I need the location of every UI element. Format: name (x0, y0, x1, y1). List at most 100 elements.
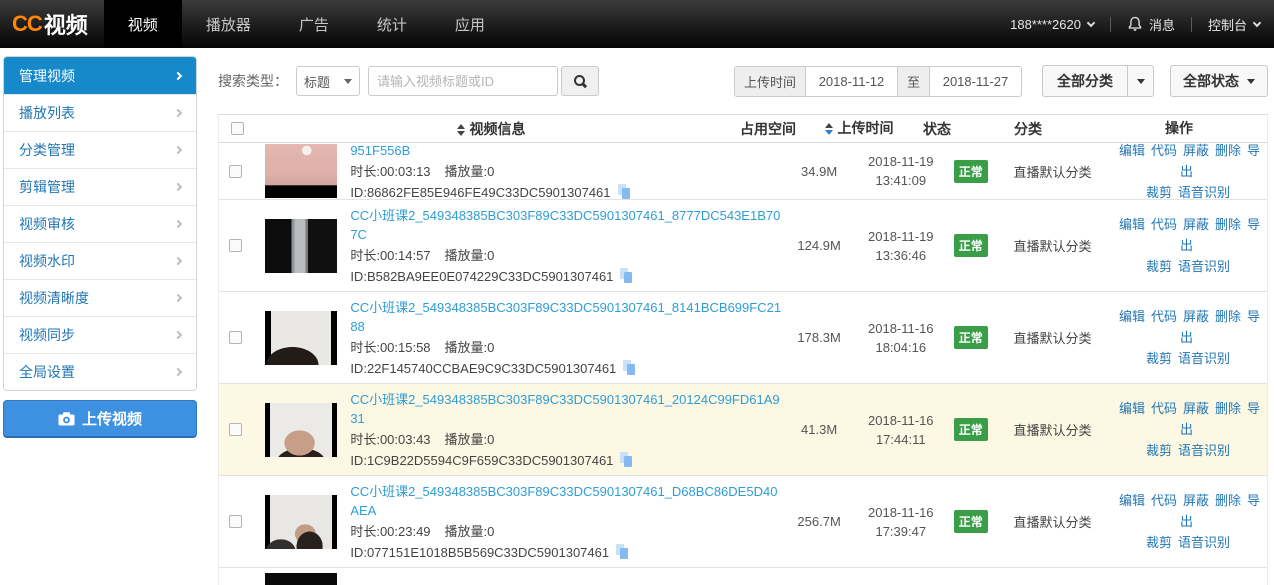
nav-item-ads[interactable]: 广告 (275, 0, 353, 48)
row-checkbox[interactable] (229, 423, 242, 436)
sidebar-item-clip-manage[interactable]: 剪辑管理 (4, 168, 196, 205)
video-thumbnail[interactable] (265, 311, 337, 365)
video-title-link[interactable]: CC小班课2_549348385BC303F89C33DC5901307461_… (350, 298, 782, 336)
header-video-info[interactable]: 视频信息 (255, 119, 727, 139)
sidebar-item-watermark[interactable]: 视频水印 (4, 242, 196, 279)
status-badge: 正常 (954, 510, 988, 533)
video-title-link[interactable]: CC小班课2_549348385BC303F89C33DC5901307461_… (350, 206, 782, 244)
speech-recognition-link[interactable]: 语音识别 (1178, 185, 1230, 200)
trim-link[interactable]: 裁剪 (1146, 443, 1172, 458)
edit-link[interactable]: 编辑 (1119, 217, 1145, 232)
select-all-checkbox[interactable] (231, 122, 244, 135)
account-menu[interactable]: 188****2620 (1010, 17, 1094, 32)
sort-icon[interactable] (825, 123, 833, 135)
code-link[interactable]: 代码 (1151, 493, 1177, 508)
date-to-input[interactable] (930, 66, 1022, 97)
video-thumbnail[interactable] (265, 495, 337, 549)
code-link[interactable]: 代码 (1151, 143, 1177, 158)
video-upload-time: 2018-11-1617:39:47 (856, 503, 946, 541)
sidebar-item-video-sync[interactable]: 视频同步 (4, 316, 196, 353)
console-menu[interactable]: 控制台 (1208, 15, 1260, 34)
delete-link[interactable]: 删除 (1215, 493, 1241, 508)
code-link[interactable]: 代码 (1151, 401, 1177, 416)
sidebar-item-categories[interactable]: 分类管理 (4, 131, 196, 168)
status-filter-button[interactable]: 全部状态 (1170, 65, 1268, 97)
code-link[interactable]: 代码 (1151, 217, 1177, 232)
messages-link[interactable]: 消息 (1127, 15, 1175, 34)
speech-recognition-link[interactable]: 语音识别 (1178, 443, 1230, 458)
row-checkbox[interactable] (229, 331, 242, 344)
edit-link[interactable]: 编辑 (1119, 309, 1145, 324)
video-title-link[interactable]: CC小班课2_549348385BC303F89C33DC5901307461_… (350, 482, 782, 520)
chevron-right-icon (174, 183, 182, 191)
delete-link[interactable]: 删除 (1215, 309, 1241, 324)
block-link[interactable]: 屏蔽 (1183, 143, 1209, 158)
status-filter-label: 全部状态 (1183, 71, 1239, 91)
block-link[interactable]: 屏蔽 (1183, 493, 1209, 508)
date-from-input[interactable] (806, 66, 898, 97)
video-thumbnail[interactable] (265, 573, 337, 585)
nav-item-stats[interactable]: 统计 (353, 0, 431, 48)
trim-link[interactable]: 裁剪 (1146, 259, 1172, 274)
sidebar-item-video-quality[interactable]: 视频清晰度 (4, 279, 196, 316)
trim-link[interactable]: 裁剪 (1146, 351, 1172, 366)
logo-cc-text: CC (12, 11, 42, 37)
edit-link[interactable]: 编辑 (1119, 401, 1145, 416)
copy-icon[interactable] (616, 544, 631, 560)
nav-item-player[interactable]: 播放器 (182, 0, 275, 48)
video-title-link[interactable]: CC小班课2_549348385BC303F89C33DC5901307461_… (350, 390, 782, 428)
video-title-link[interactable]: 951F556B (350, 143, 782, 160)
search-input[interactable] (368, 66, 558, 96)
delete-link[interactable]: 删除 (1215, 143, 1241, 158)
speech-recognition-link[interactable]: 语音识别 (1178, 535, 1230, 550)
filter-toolbar: 搜索类型： 标题 上传时间 至 全部分类 全部状态 (218, 64, 1268, 98)
copy-icon[interactable] (618, 184, 633, 200)
sidebar-item-label: 剪辑管理 (19, 177, 75, 197)
search-button[interactable] (561, 66, 599, 96)
logo-video-text: 视频 (44, 8, 88, 40)
delete-link[interactable]: 删除 (1215, 217, 1241, 232)
search-type-value: 标题 (304, 72, 330, 91)
copy-icon[interactable] (620, 452, 635, 468)
video-category: 直播默认分类 (996, 512, 1109, 531)
caret-down-icon (344, 79, 352, 84)
sort-icon[interactable] (457, 124, 465, 136)
speech-recognition-link[interactable]: 语音识别 (1178, 259, 1230, 274)
copy-icon[interactable] (620, 268, 635, 284)
sidebar-item-playlists[interactable]: 播放列表 (4, 94, 196, 131)
category-filter-caret[interactable] (1128, 65, 1154, 97)
video-thumbnail[interactable] (265, 144, 337, 198)
category-filter-button[interactable]: 全部分类 (1042, 65, 1128, 97)
sidebar-item-global-settings[interactable]: 全局设置 (4, 353, 196, 390)
video-thumbnail[interactable] (265, 219, 337, 273)
row-checkbox[interactable] (229, 239, 242, 252)
sidebar: 管理视频 播放列表 分类管理 剪辑管理 视频审核 视频水印 (3, 56, 197, 438)
search-type-select[interactable]: 标题 (296, 66, 360, 96)
row-checkbox[interactable] (229, 515, 242, 528)
chevron-right-icon (174, 71, 182, 79)
video-id: ID: 1C9B22D5594C9F659C33DC5901307461 (350, 451, 782, 470)
speech-recognition-link[interactable]: 语音识别 (1178, 351, 1230, 366)
copy-icon[interactable] (623, 360, 638, 376)
block-link[interactable]: 屏蔽 (1183, 217, 1209, 232)
block-link[interactable]: 屏蔽 (1183, 401, 1209, 416)
edit-link[interactable]: 编辑 (1119, 493, 1145, 508)
edit-link[interactable]: 编辑 (1119, 143, 1145, 158)
block-link[interactable]: 屏蔽 (1183, 309, 1209, 324)
video-id: ID: 22F145740CCBAE9C9C33DC5901307461 (350, 359, 782, 378)
upload-video-button[interactable]: 上传视频 (3, 400, 197, 438)
row-checkbox[interactable] (229, 165, 242, 178)
delete-link[interactable]: 删除 (1215, 401, 1241, 416)
chevron-right-icon (174, 109, 182, 117)
trim-link[interactable]: 裁剪 (1146, 185, 1172, 200)
table-row: CC小班课2_549348385BC303F89C33DC5901307461_… (219, 476, 1267, 568)
sidebar-item-video-review[interactable]: 视频审核 (4, 205, 196, 242)
nav-item-apps[interactable]: 应用 (431, 0, 509, 48)
cc-video-logo[interactable]: CC 视频 (0, 0, 104, 48)
code-link[interactable]: 代码 (1151, 309, 1177, 324)
video-thumbnail[interactable] (265, 403, 337, 457)
header-upload-time[interactable]: 上传时间 (809, 119, 909, 138)
trim-link[interactable]: 裁剪 (1146, 535, 1172, 550)
sidebar-item-manage-videos[interactable]: 管理视频 (4, 57, 196, 94)
nav-item-video[interactable]: 视频 (104, 0, 182, 48)
